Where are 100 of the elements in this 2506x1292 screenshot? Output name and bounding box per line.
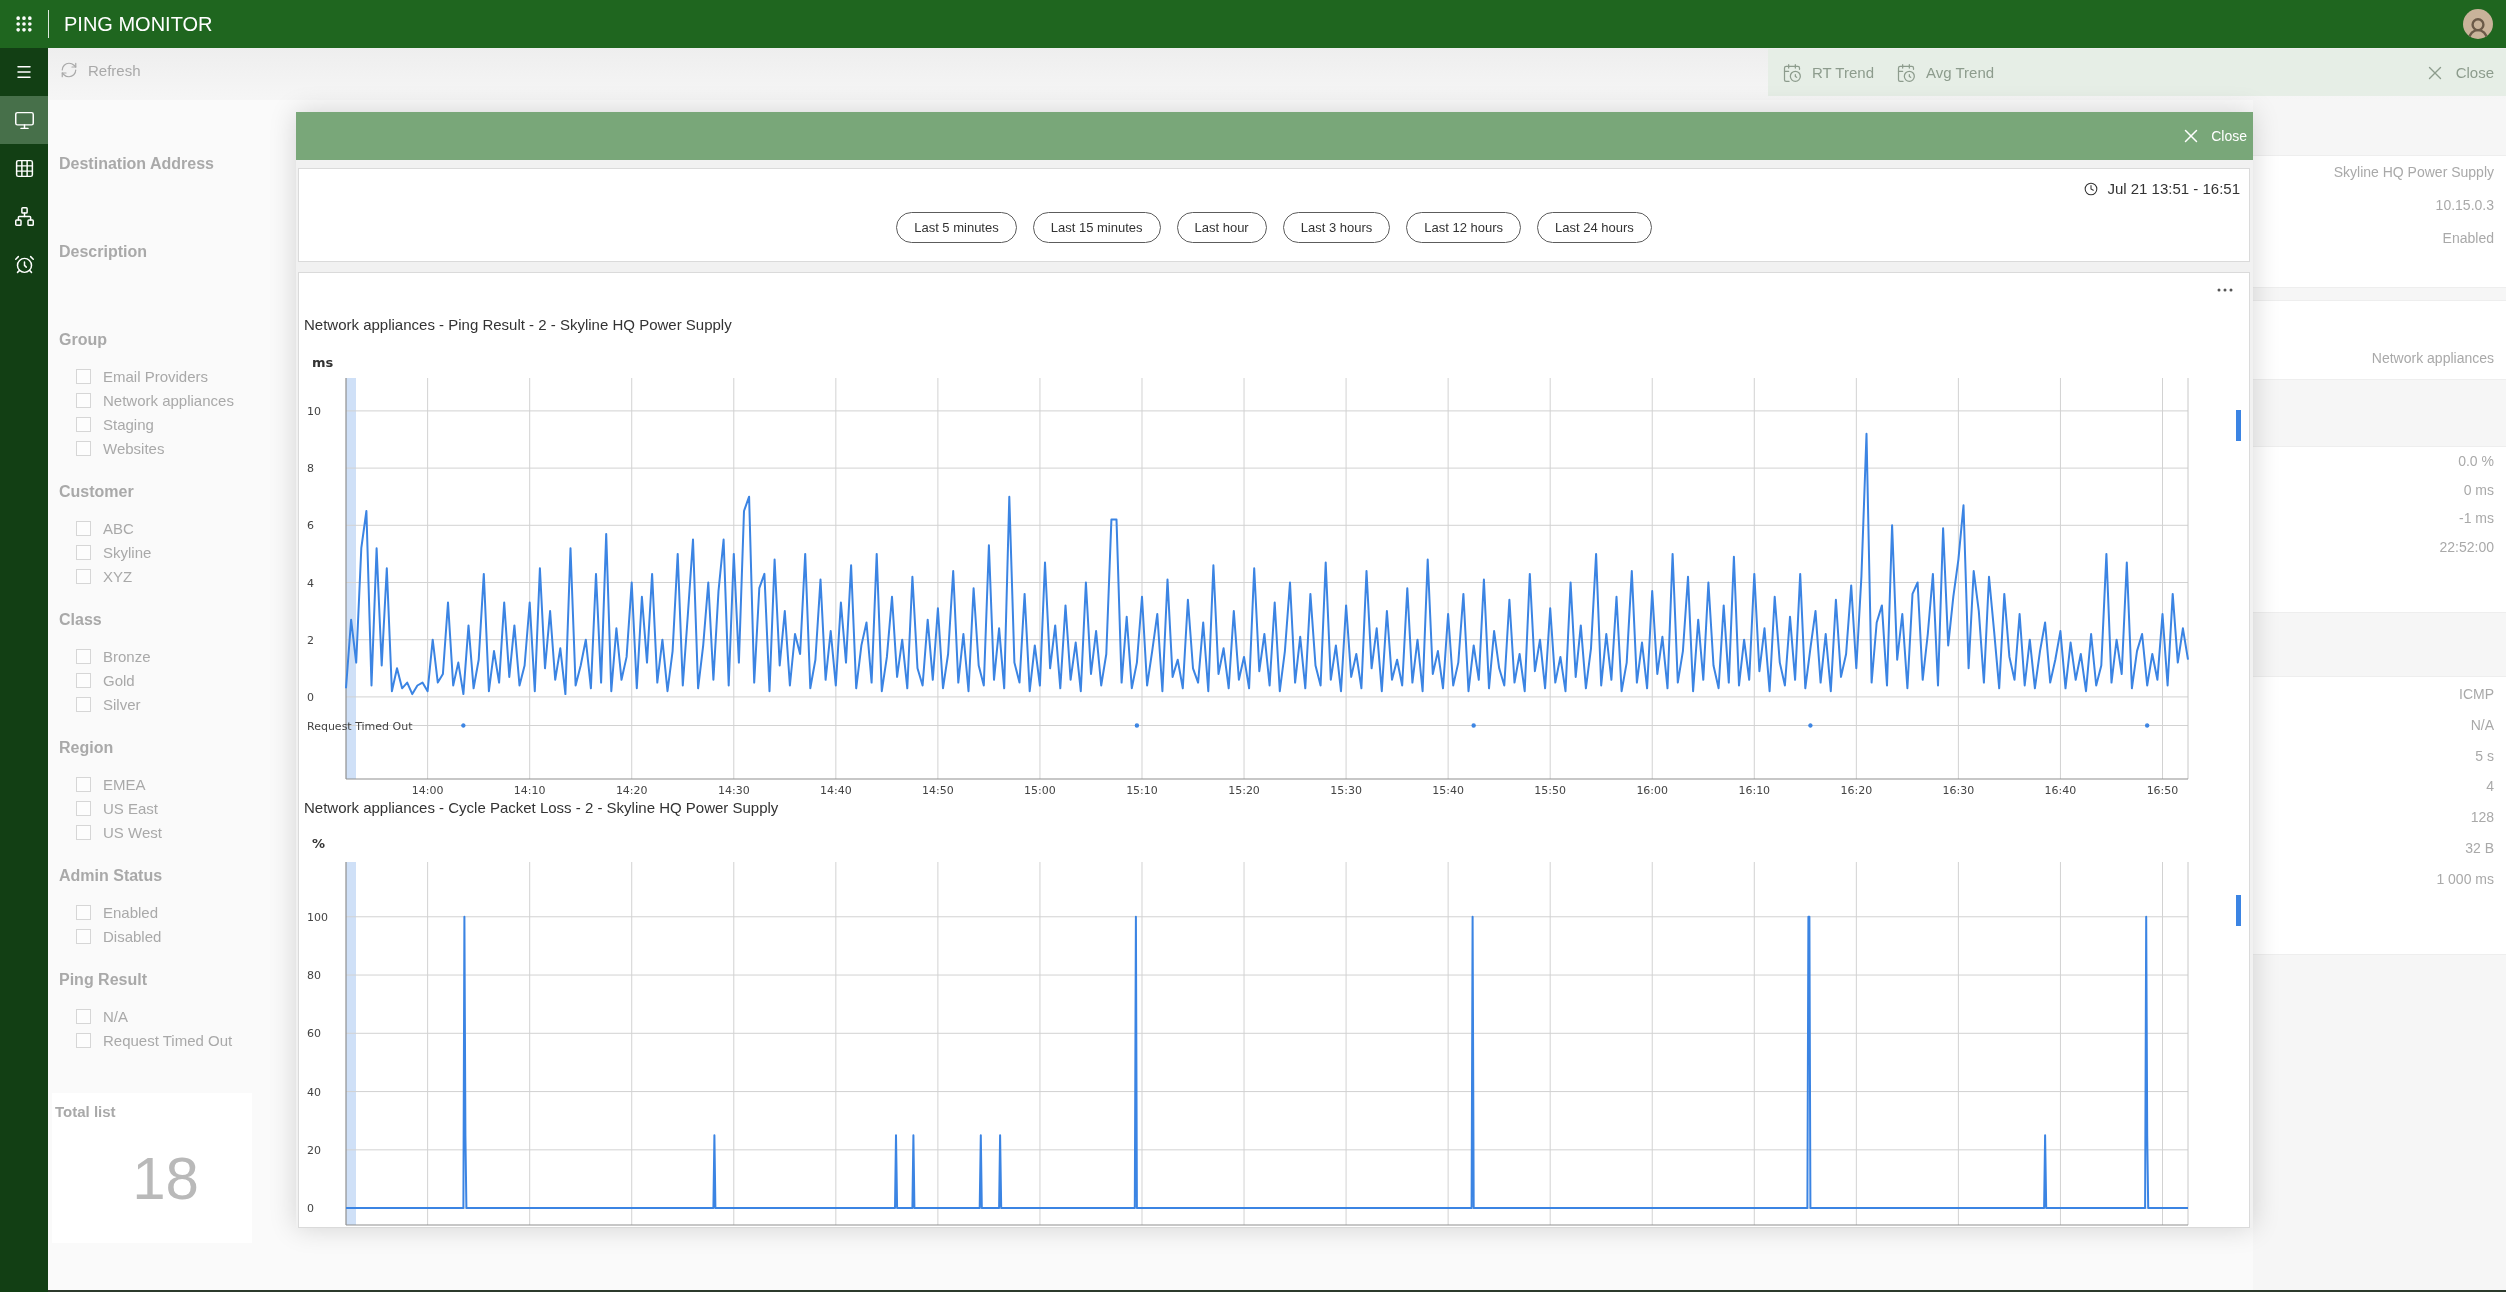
checkbox[interactable]: [76, 416, 91, 432]
tick-label: 8: [307, 462, 314, 476]
tick-label: 0: [307, 1202, 314, 1216]
checkbox[interactable]: [76, 904, 91, 920]
checkbox[interactable]: [76, 440, 91, 456]
tick-label: 14:40: [820, 784, 852, 797]
tick-label: 14:10: [513, 784, 546, 797]
checkbox[interactable]: [76, 568, 91, 584]
trend-button[interactable]: RT Trend: [1782, 62, 1874, 83]
tick-label: 15:40: [1432, 784, 1464, 797]
tick-label: 10: [307, 404, 321, 418]
checkbox-label[interactable]: Email Providers: [103, 367, 209, 385]
preset-button[interactable]: Last 15 minutes: [1032, 212, 1161, 243]
scrollbar-thumb[interactable]: [2236, 895, 2241, 926]
axis-title: %: [312, 836, 326, 851]
checkbox[interactable]: [76, 696, 91, 712]
filter-heading: Class: [59, 610, 102, 630]
tick-label: 16:30: [1942, 784, 1975, 797]
close-button[interactable]: Close: [2423, 61, 2494, 84]
calendar-clock-icon: [1896, 62, 1916, 83]
calendar-clock-icon: [1782, 62, 1802, 83]
tick-label: 15:20: [1228, 784, 1260, 797]
tick-label: 14:20: [615, 784, 648, 797]
tick-label: 60: [307, 1027, 321, 1041]
data-point: [461, 723, 466, 728]
trend-button[interactable]: Avg Trend: [1896, 62, 1995, 83]
checkbox[interactable]: [76, 928, 91, 944]
detail-value: 10.15.0.3: [2435, 196, 2494, 215]
refresh-button[interactable]: Refresh: [60, 61, 141, 79]
more-icon: [2217, 288, 2233, 292]
checkbox[interactable]: [76, 648, 91, 664]
checkbox[interactable]: [76, 824, 91, 840]
detail-value: 1 000 ms: [2436, 869, 2494, 889]
filter-heading: Admin Status: [59, 866, 163, 886]
checkbox-label[interactable]: XYZ: [103, 567, 133, 585]
tick-label: 16:40: [2044, 784, 2077, 797]
checkbox-label[interactable]: Enabled: [103, 903, 159, 921]
tick-label: 40: [307, 1085, 321, 1099]
checkbox-label[interactable]: Request Timed Out: [103, 1031, 233, 1049]
checkbox-label[interactable]: Gold: [103, 671, 135, 689]
detail-value: Enabled: [2442, 229, 2494, 248]
clock-icon: [2084, 181, 2099, 196]
checkbox[interactable]: [76, 800, 91, 816]
checkbox[interactable]: [76, 368, 91, 384]
checkbox-label[interactable]: ABC: [103, 519, 134, 537]
checkbox-label[interactable]: Staging: [103, 415, 154, 433]
time-range-label: Jul 21 13:51 - 16:51: [2107, 178, 2240, 199]
data-point: [1808, 723, 1813, 728]
stat-label: Total list: [55, 1103, 116, 1120]
app-title: PING MONITOR: [64, 12, 213, 36]
checkbox[interactable]: [76, 672, 91, 688]
filter-heading: Group: [59, 330, 107, 350]
preset-button[interactable]: Last 3 hours: [1282, 212, 1391, 243]
data-point: [1134, 723, 1140, 728]
checkbox-label[interactable]: Skyline: [103, 543, 152, 561]
detail-value: N/A: [2470, 715, 2494, 735]
tick-label: 16:50: [2146, 784, 2179, 797]
detail-value: 0 ms: [2463, 480, 2494, 500]
detail-value: 0.0 %: [2458, 452, 2494, 471]
network-icon: [13, 205, 35, 227]
preset-button[interactable]: Last hour: [1176, 212, 1267, 243]
filter-heading: Ping Result: [59, 970, 147, 990]
detail-value: ICMP: [2459, 685, 2494, 704]
tick-label: 2: [307, 633, 314, 647]
checkbox-label[interactable]: N/A: [103, 1007, 128, 1025]
scrollbar-thumb[interactable]: [2236, 410, 2241, 441]
chart-title: Network appliances - Ping Result - 2 - Skyline HQ Power Supply: [303, 315, 732, 335]
checkbox-label[interactable]: Bronze: [103, 647, 151, 665]
tick-label: 14:00: [411, 784, 444, 797]
detail-value: 32 B: [2465, 839, 2494, 858]
checkbox-label[interactable]: US West: [103, 823, 162, 841]
alarm-clock-icon: [13, 253, 35, 275]
checkbox[interactable]: [76, 544, 91, 560]
checkbox[interactable]: [76, 1008, 91, 1024]
preset-button[interactable]: Last 12 hours: [1406, 212, 1522, 243]
checkbox-label[interactable]: EMEA: [103, 775, 146, 793]
tick-label: Request Timed Out: [307, 719, 413, 733]
preset-button[interactable]: Last 24 hours: [1537, 212, 1652, 243]
preset-button[interactable]: Last 5 minutes: [896, 212, 1017, 243]
close-button[interactable]: Close: [2180, 125, 2247, 147]
data-point: [2145, 723, 2150, 728]
checkbox[interactable]: [76, 520, 91, 536]
detail-value: -1 ms: [2459, 509, 2494, 528]
tick-label: 16:00: [1636, 784, 1669, 797]
checkbox[interactable]: [76, 1032, 91, 1048]
avatar-icon[interactable]: [2463, 9, 2493, 39]
checkbox-label[interactable]: Silver: [103, 695, 141, 713]
detail-value: Skyline HQ Power Supply: [2333, 163, 2494, 182]
checkbox-label[interactable]: Network appliances: [103, 391, 234, 409]
data-point: [1471, 723, 1476, 728]
chart-title: Network appliances - Cycle Packet Loss - 2 - Skyline HQ Power Supply: [303, 798, 779, 818]
tick-label: 100: [307, 910, 328, 924]
checkbox-label[interactable]: Websites: [103, 439, 165, 457]
apps-icon: [14, 14, 34, 34]
axis-title: ms: [312, 355, 334, 370]
checkbox[interactable]: [76, 776, 91, 792]
tick-label: 15:10: [1126, 784, 1158, 797]
checkbox[interactable]: [76, 392, 91, 408]
checkbox-label[interactable]: US East: [103, 799, 159, 817]
checkbox-label[interactable]: Disabled: [103, 927, 162, 945]
